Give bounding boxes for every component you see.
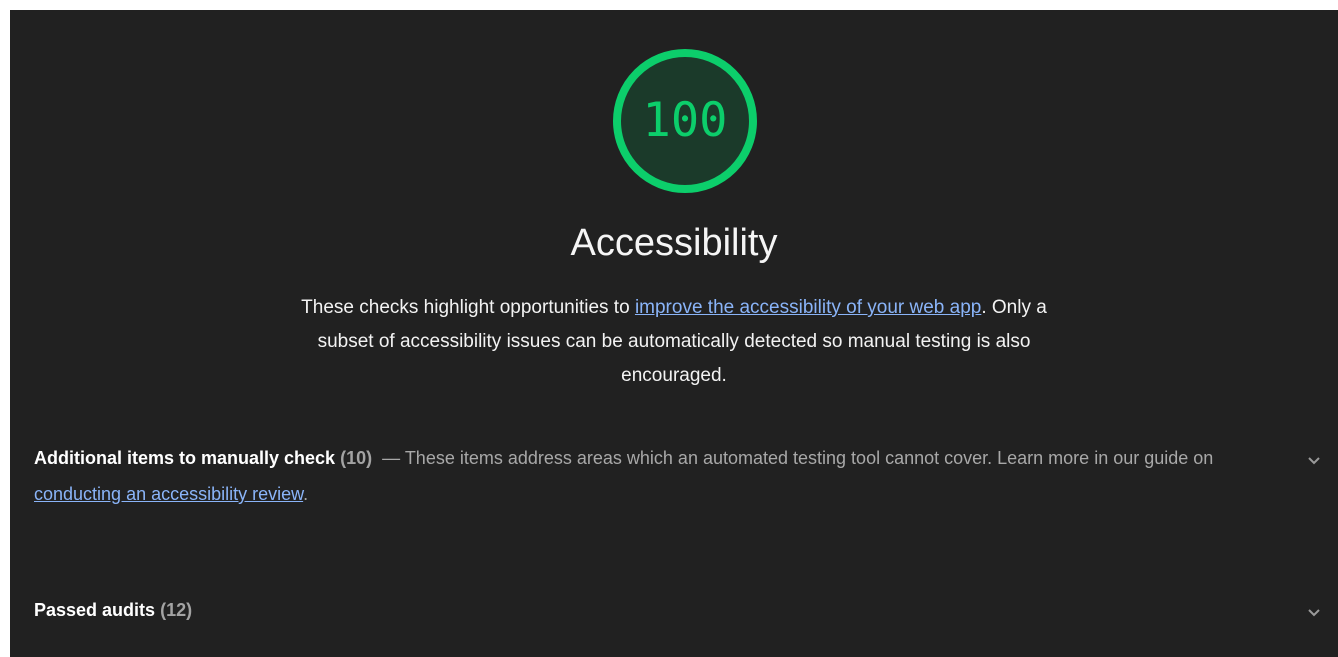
manual-checks-group-header[interactable]: Additional items to manually check (10) … [34, 440, 1324, 512]
accessibility-review-link[interactable]: conducting an accessibility review [34, 484, 303, 504]
manual-checks-separator: — [382, 448, 401, 468]
accessibility-category-panel: 100 Accessibility These checks highlight… [10, 10, 1338, 657]
manual-checks-description: These items address areas which an autom… [404, 448, 1214, 468]
category-title: Accessibility [570, 222, 778, 264]
category-description: These checks highlight opportunities to … [284, 291, 1064, 393]
passed-audits-group-header[interactable]: Passed audits (12) [34, 592, 1324, 628]
manual-checks-title: Additional items to manually check [34, 448, 336, 468]
chevron-down-icon[interactable] [1304, 602, 1324, 622]
score-gauge[interactable]: 100 [610, 46, 760, 196]
passed-audits-group-text: Passed audits (12) [34, 592, 1274, 628]
manual-checks-count: (10) [340, 448, 373, 468]
description-text-before: These checks highlight opportunities to [301, 297, 635, 318]
passed-audits-title: Passed audits [34, 600, 156, 620]
manual-checks-description-end: . [303, 484, 309, 504]
score-value: 100 [642, 93, 728, 148]
manual-checks-group-text: Additional items to manually check (10) … [34, 440, 1274, 512]
improve-accessibility-link[interactable]: improve the accessibility of your web ap… [635, 297, 981, 318]
passed-audits-count: (12) [160, 600, 193, 620]
chevron-down-icon[interactable] [1304, 450, 1324, 470]
